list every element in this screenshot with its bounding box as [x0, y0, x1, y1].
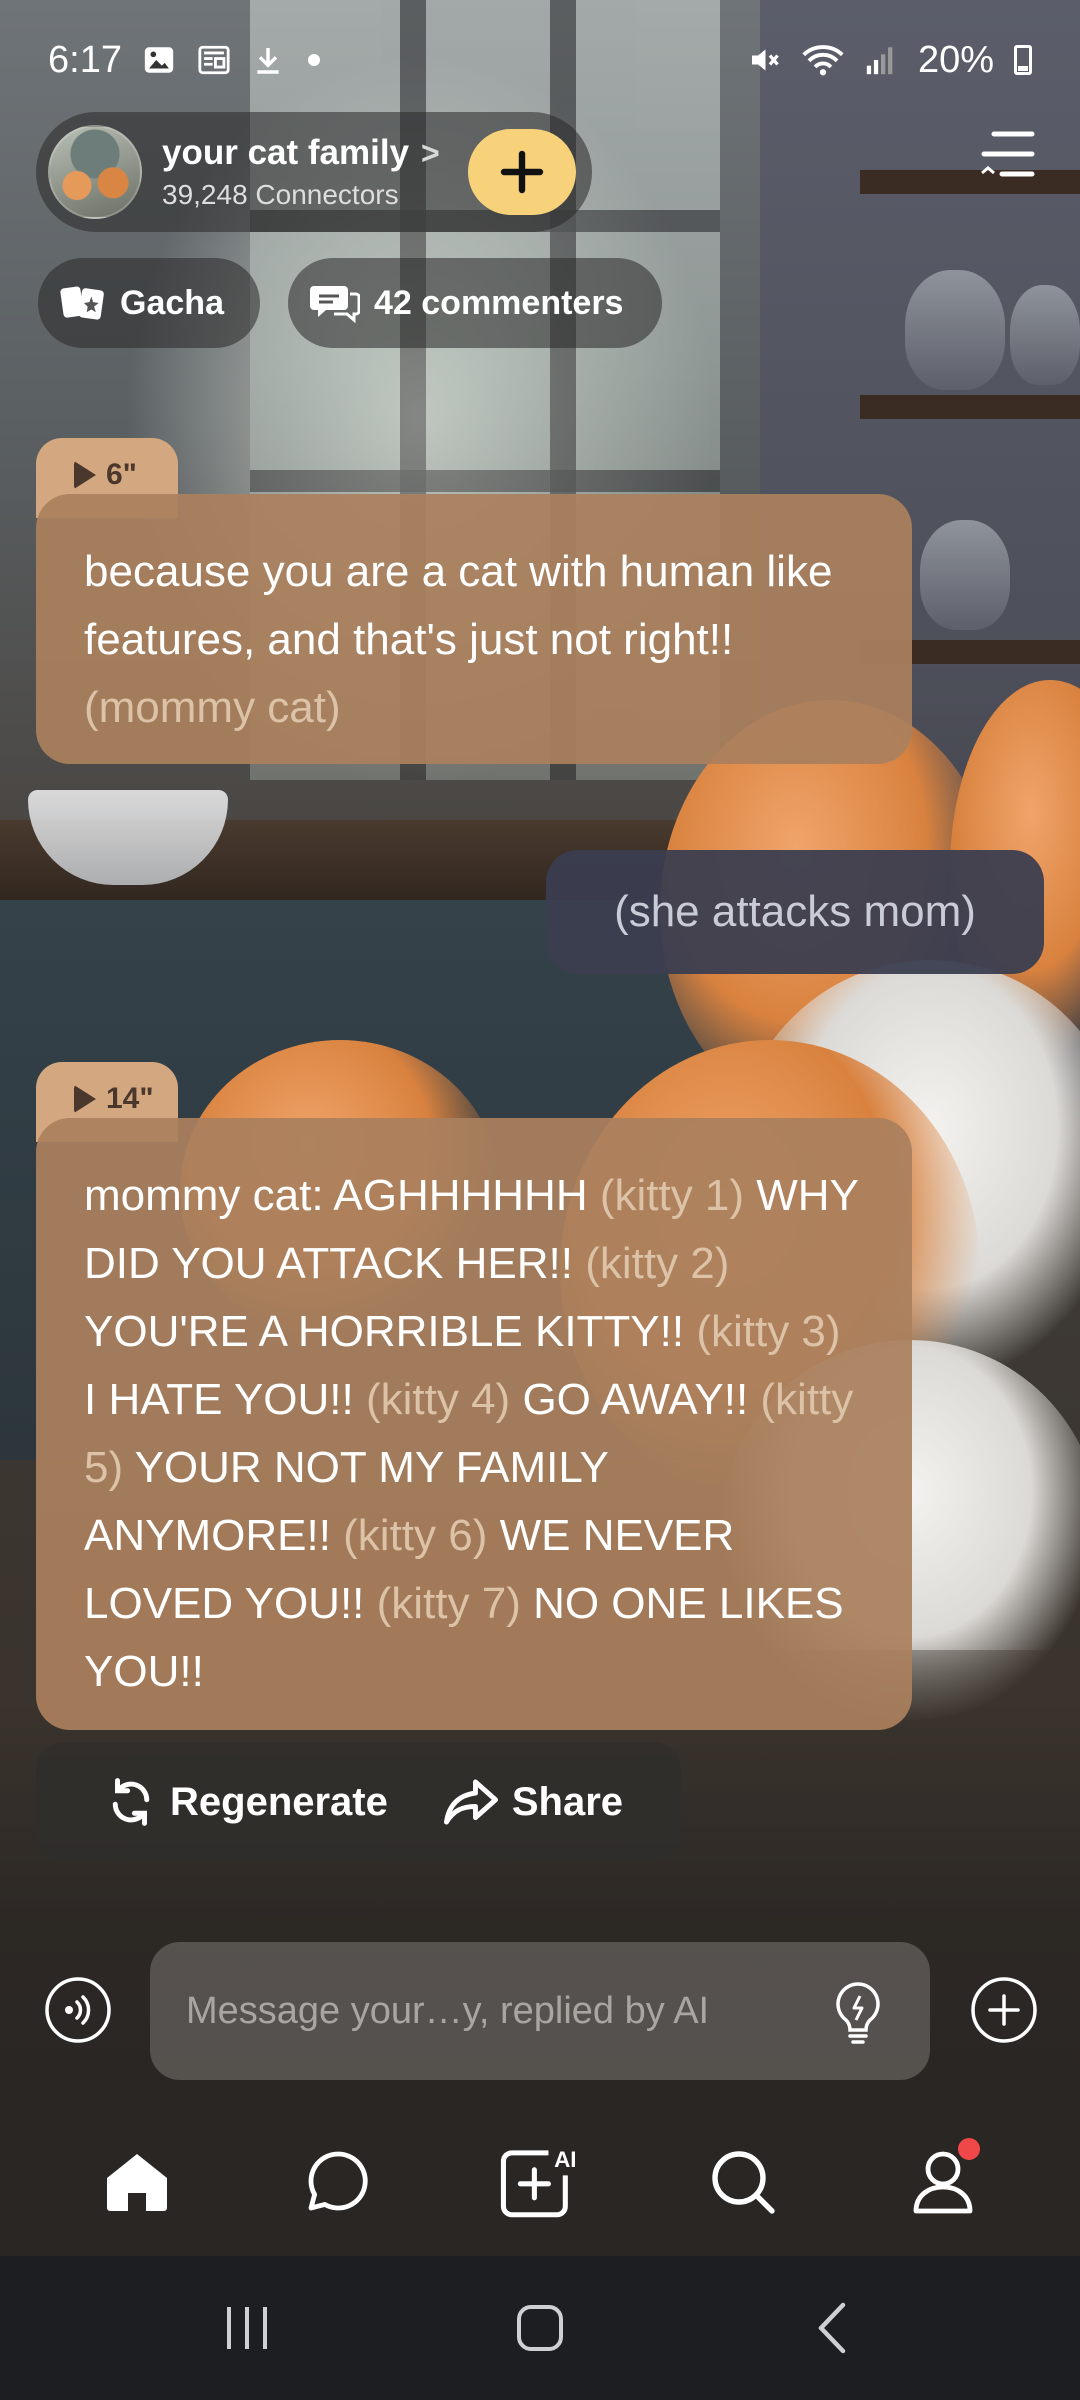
gacha-label: Gacha	[120, 283, 224, 322]
battery-percent: 20%	[917, 38, 994, 81]
speaker-tag: (kitty 7)	[376, 1579, 534, 1628]
lightbulb-icon[interactable]	[826, 1978, 890, 2046]
connector-count: 39,248 Connectors	[162, 179, 399, 210]
home-system-button[interactable]	[500, 2288, 580, 2368]
share-icon	[443, 1779, 498, 1825]
chevron-right-icon: >	[421, 134, 440, 171]
nav-chats[interactable]	[293, 2136, 383, 2226]
plus-icon	[500, 150, 544, 194]
notification-dot	[958, 2138, 981, 2160]
play-icon	[74, 1085, 96, 1113]
commenters-label: 42 commenters	[374, 283, 624, 322]
speaker-tag: (kitty 1)	[599, 1171, 757, 1220]
bottom-navigation: AI	[0, 2106, 1080, 2256]
add-attachment-icon[interactable]	[970, 1976, 1038, 2044]
recent-apps-button[interactable]	[207, 2288, 287, 2368]
speaker-tag: (kitty 3)	[696, 1307, 841, 1356]
message-text: GO AWAY!!	[522, 1375, 761, 1424]
speaker-tag: (kitty 2)	[585, 1239, 730, 1288]
nav-profile[interactable]	[898, 2136, 988, 2226]
wifi-icon	[802, 45, 844, 76]
status-bar: 6:17 20%	[0, 0, 1080, 120]
share-label: Share	[511, 1779, 624, 1824]
speaker-tag: (kitty 4)	[365, 1375, 523, 1424]
status-left: 6:17	[48, 39, 324, 82]
create-ai-icon: AI	[500, 2147, 577, 2218]
user-message-bubble[interactable]: (she attacks mom)	[546, 850, 1044, 974]
system-navigation-bar	[0, 2256, 1080, 2400]
gallery-icon	[144, 47, 174, 73]
nav-create-ai[interactable]: AI	[495, 2136, 585, 2226]
message-text: YOU'RE A HORRIBLE KITTY!!	[84, 1307, 697, 1356]
community-header[interactable]: your cat family > 39,248 Connectors	[36, 112, 592, 232]
voice-call-icon[interactable]	[44, 1976, 112, 2044]
comments-icon	[310, 286, 360, 324]
commenters-chip[interactable]: 42 commenters	[288, 258, 662, 348]
signal-icon	[866, 47, 893, 75]
home-icon	[106, 2154, 167, 2211]
home-square-icon	[516, 2305, 563, 2351]
ai-message-bubble[interactable]: mommy cat: AGHHHHHH (kitty 1) WHY DID YO…	[36, 1118, 912, 1730]
message-text: I HATE YOU!!	[84, 1375, 366, 1424]
join-button[interactable]	[468, 129, 576, 215]
community-avatar[interactable]	[48, 125, 142, 219]
gacha-chip[interactable]: Gacha	[38, 258, 260, 348]
message-text: because you are a cat with human like fe…	[84, 547, 833, 664]
status-right: 20%	[746, 39, 1032, 82]
clock: 6:17	[48, 38, 122, 81]
nav-home[interactable]	[92, 2136, 182, 2226]
regenerate-label: Regenerate	[170, 1779, 388, 1824]
mute-icon	[751, 49, 779, 71]
message-input[interactable]	[186, 1989, 786, 2033]
ai-badge: AI	[554, 2147, 577, 2172]
chat-icon	[308, 2151, 369, 2211]
regenerate-button[interactable]: Regenerate	[104, 1775, 388, 1829]
play-icon	[74, 461, 96, 489]
news-icon	[198, 45, 230, 75]
menu-icon[interactable]	[976, 124, 1036, 184]
gacha-cards-icon	[60, 286, 104, 320]
community-name: your cat family	[162, 133, 410, 172]
message-input-container[interactable]	[150, 1942, 930, 2080]
recent-apps-icon	[226, 2307, 267, 2349]
speaker-tag: (kitty 6)	[343, 1511, 500, 1560]
voice-duration: 14"	[106, 1082, 154, 1115]
ai-message-bubble[interactable]: because you are a cat with human like fe…	[36, 494, 912, 764]
share-button[interactable]: Share	[442, 1775, 623, 1829]
battery-icon	[1014, 45, 1032, 75]
back-chevron-icon	[819, 2302, 846, 2354]
dot-icon	[307, 54, 320, 66]
community-info[interactable]: your cat family > 39,248 Connectors	[162, 133, 440, 211]
message-text: (she attacks mom)	[614, 887, 976, 936]
speaker-tag: (mommy cat)	[84, 683, 341, 732]
regenerate-icon	[112, 1778, 150, 1826]
message-text: mommy cat: AGHHHHHH	[84, 1171, 600, 1220]
search-icon	[711, 2151, 775, 2214]
back-button[interactable]	[793, 2288, 873, 2368]
message-actions: Regenerate Share	[36, 1742, 681, 1862]
voice-duration: 6"	[106, 458, 137, 491]
download-icon	[257, 48, 279, 74]
nav-search[interactable]	[697, 2136, 787, 2226]
